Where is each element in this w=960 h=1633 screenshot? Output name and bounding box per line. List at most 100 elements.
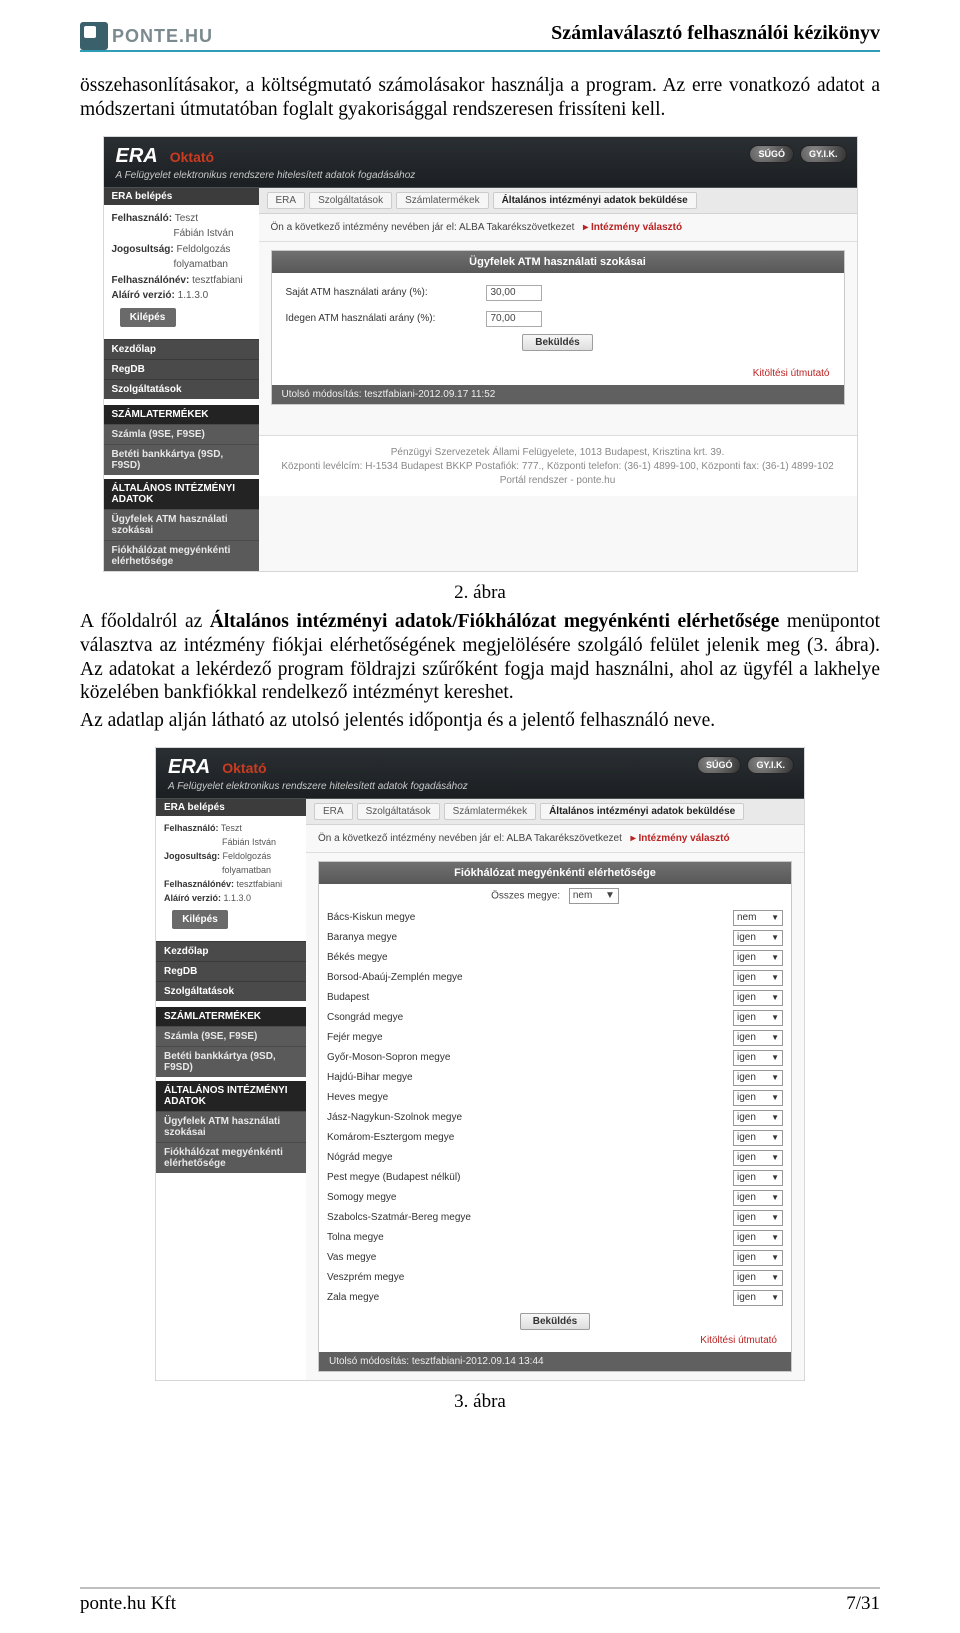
county-select[interactable]: igen▼ xyxy=(733,1250,783,1266)
chevron-down-icon: ▼ xyxy=(771,913,779,922)
chevron-down-icon: ▼ xyxy=(771,1153,779,1162)
app-env: Oktató xyxy=(170,149,214,165)
county-select[interactable]: igen▼ xyxy=(733,1230,783,1246)
county-row: Somogy megye igen▼ xyxy=(319,1188,791,1208)
crumb-szamlat-2[interactable]: Számlatermékek xyxy=(444,803,536,820)
panel-atm-title: Ügyfelek ATM használati szokásai xyxy=(272,251,844,273)
help-button[interactable]: SÚGÓ xyxy=(749,145,794,163)
county-select[interactable]: igen▼ xyxy=(733,1130,783,1146)
nav-kezdolap[interactable]: Kezdőlap xyxy=(104,339,259,359)
chevron-down-icon: ▼ xyxy=(771,1093,779,1102)
nav-betetikartya-2[interactable]: Betéti bankkártya (9SD, F9SD) xyxy=(156,1046,306,1077)
help-button-2[interactable]: SÚGÓ xyxy=(697,756,742,774)
app-subtitle: A Felügyelet elektronikus rendszere hite… xyxy=(116,170,845,181)
institution-select-link-2[interactable]: ▸ Intézmény választó xyxy=(631,833,730,844)
submit-button[interactable]: Beküldés xyxy=(522,334,592,351)
crumb-altalanos-2[interactable]: Általános intézményi adatok beküldése xyxy=(540,803,744,820)
app-header: ERA Oktató A Felügyelet elektronikus ren… xyxy=(104,137,857,188)
faq-button-2[interactable]: GY.I.K. xyxy=(747,756,794,774)
sidebar-userinfo: Felhasználó: Teszt Fábián István Jogosul… xyxy=(104,205,259,340)
group-szamlatermekek-2: SZÁMLATERMÉKEK xyxy=(156,1007,306,1026)
crumb-era-2[interactable]: ERA xyxy=(314,803,353,820)
chevron-down-icon: ▼ xyxy=(771,1213,779,1222)
submit-button-2[interactable]: Beküldés xyxy=(520,1313,590,1330)
group-altalanos-2: ÁLTALÁNOS INTÉZMÉNYI ADATOK xyxy=(156,1081,306,1111)
chevron-down-icon: ▼ xyxy=(771,1053,779,1062)
sidebar-login-title-2: ERA belépés xyxy=(156,799,306,816)
notice-text: Ön a következő intézmény nevében jár el:… xyxy=(271,222,575,233)
nav-atm-szokasok[interactable]: Ügyfelek ATM használati szokásai xyxy=(104,509,259,540)
county-select[interactable]: igen▼ xyxy=(733,970,783,986)
county-name: Tolna megye xyxy=(327,1232,384,1243)
county-select[interactable]: igen▼ xyxy=(733,990,783,1006)
faq-button[interactable]: GY.I.K. xyxy=(800,145,847,163)
county-row: Budapest igen▼ xyxy=(319,988,791,1008)
guide-link[interactable]: Kitöltési útmutató xyxy=(753,368,830,379)
county-name: Veszprém megye xyxy=(327,1272,404,1283)
county-row: Vas megyeigen▼ xyxy=(319,1248,791,1268)
nav-szamla[interactable]: Számla (9SE, F9SE) xyxy=(104,424,259,444)
nav-regdb-2[interactable]: RegDB xyxy=(156,961,306,981)
county-select[interactable]: igen▼ xyxy=(733,1170,783,1186)
nav-kezdolap-2[interactable]: Kezdőlap xyxy=(156,941,306,961)
para2-bold: Általános intézményi adatok/Fiókhálózat … xyxy=(210,611,780,632)
county-select[interactable]: igen▼ xyxy=(733,930,783,946)
chevron-down-icon: ▼ xyxy=(605,890,615,901)
crumb-era[interactable]: ERA xyxy=(267,192,306,209)
footer-line-1: Pénzügyi Szervezetek Állami Felügyelete,… xyxy=(263,446,853,460)
county-select[interactable]: igen▼ xyxy=(733,1210,783,1226)
crumb-szamlat[interactable]: Számlatermékek xyxy=(396,192,488,209)
all-county-label: Összes megye: xyxy=(491,890,560,901)
page-header: PONTE.HU Számlaválasztó felhasználói kéz… xyxy=(80,22,880,52)
sidebar: ERA belépés Felhasználó: Teszt Fábián Is… xyxy=(104,188,259,572)
footer-line-2: Központi levélcím: H-1534 Budapest BKKP … xyxy=(263,460,853,474)
nav-betetikartya[interactable]: Betéti bankkártya (9SD, F9SD) xyxy=(104,444,259,475)
county-select[interactable]: igen▼ xyxy=(733,1150,783,1166)
chevron-down-icon: ▼ xyxy=(771,1033,779,1042)
county-select[interactable]: igen▼ xyxy=(733,1270,783,1286)
nav-fiokhalozat[interactable]: Fiókhálózat megyénkénti elérhetősége xyxy=(104,540,259,571)
nav-szamla-2[interactable]: Számla (9SE, F9SE) xyxy=(156,1026,306,1046)
county-select[interactable]: igen▼ xyxy=(733,1290,783,1306)
county-select[interactable]: nem▼ xyxy=(733,910,783,926)
institution-select-link[interactable]: ▸ Intézmény választó xyxy=(583,222,682,233)
crumb-szolg[interactable]: Szolgáltatások xyxy=(309,192,392,209)
figure-caption-2: 2. ábra xyxy=(80,582,880,604)
county-name: Budapest xyxy=(327,992,369,1003)
loginname-label: Felhasználónév: xyxy=(112,275,190,286)
county-select[interactable]: igen▼ xyxy=(733,1090,783,1106)
county-row: Borsod-Abaúj-Zemplén megyeigen▼ xyxy=(319,968,791,988)
county-row: Baranya megyeigen▼ xyxy=(319,928,791,948)
county-select[interactable]: igen▼ xyxy=(733,1050,783,1066)
logout-button-2[interactable]: Kilépés xyxy=(172,910,228,930)
county-select[interactable]: igen▼ xyxy=(733,1110,783,1126)
crumb-szolg-2[interactable]: Szolgáltatások xyxy=(357,803,440,820)
county-select[interactable]: igen▼ xyxy=(733,950,783,966)
page-footer: ponte.hu Kft 7/31 xyxy=(80,1587,880,1615)
county-name: Somogy megye xyxy=(327,1192,396,1203)
county-name: Jász-Nagykun-Szolnok megye xyxy=(327,1112,462,1123)
county-name: Zala megye xyxy=(327,1292,379,1303)
county-row: Szabolcs-Szatmár-Bereg megyeigen▼ xyxy=(319,1208,791,1228)
guide-link-2[interactable]: Kitöltési útmutató xyxy=(700,1335,777,1346)
footer-pagenum: 7/31 xyxy=(846,1593,880,1615)
nav-atm-szokasok-2[interactable]: Ügyfelek ATM használati szokásai xyxy=(156,1111,306,1142)
own-atm-input[interactable]: 30,00 xyxy=(486,285,542,301)
chevron-down-icon: ▼ xyxy=(771,1133,779,1142)
county-select[interactable]: igen▼ xyxy=(733,1070,783,1086)
county-row: Hajdú-Bihar megyeigen▼ xyxy=(319,1068,791,1088)
county-row: Zala megye igen▼ xyxy=(319,1288,791,1308)
all-county-select[interactable]: nem▼ xyxy=(569,888,619,904)
foreign-atm-input[interactable]: 70,00 xyxy=(486,311,542,327)
nav-szolgaltatasok-2[interactable]: Szolgáltatások xyxy=(156,981,306,1001)
nav-regdb[interactable]: RegDB xyxy=(104,359,259,379)
crumb-altalanos[interactable]: Általános intézményi adatok beküldése xyxy=(493,192,697,209)
logout-button[interactable]: Kilépés xyxy=(120,308,176,328)
nav-fiokhalozat-2[interactable]: Fiókhálózat megyénkénti elérhetősége xyxy=(156,1142,306,1173)
logo-text: PONTE.HU xyxy=(112,26,213,47)
county-select[interactable]: igen▼ xyxy=(733,1010,783,1026)
panel-county-title: Fiókhálózat megyénkénti elérhetősége xyxy=(319,862,791,884)
county-select[interactable]: igen▼ xyxy=(733,1190,783,1206)
nav-szolgaltatasok[interactable]: Szolgáltatások xyxy=(104,379,259,399)
county-select[interactable]: igen▼ xyxy=(733,1030,783,1046)
